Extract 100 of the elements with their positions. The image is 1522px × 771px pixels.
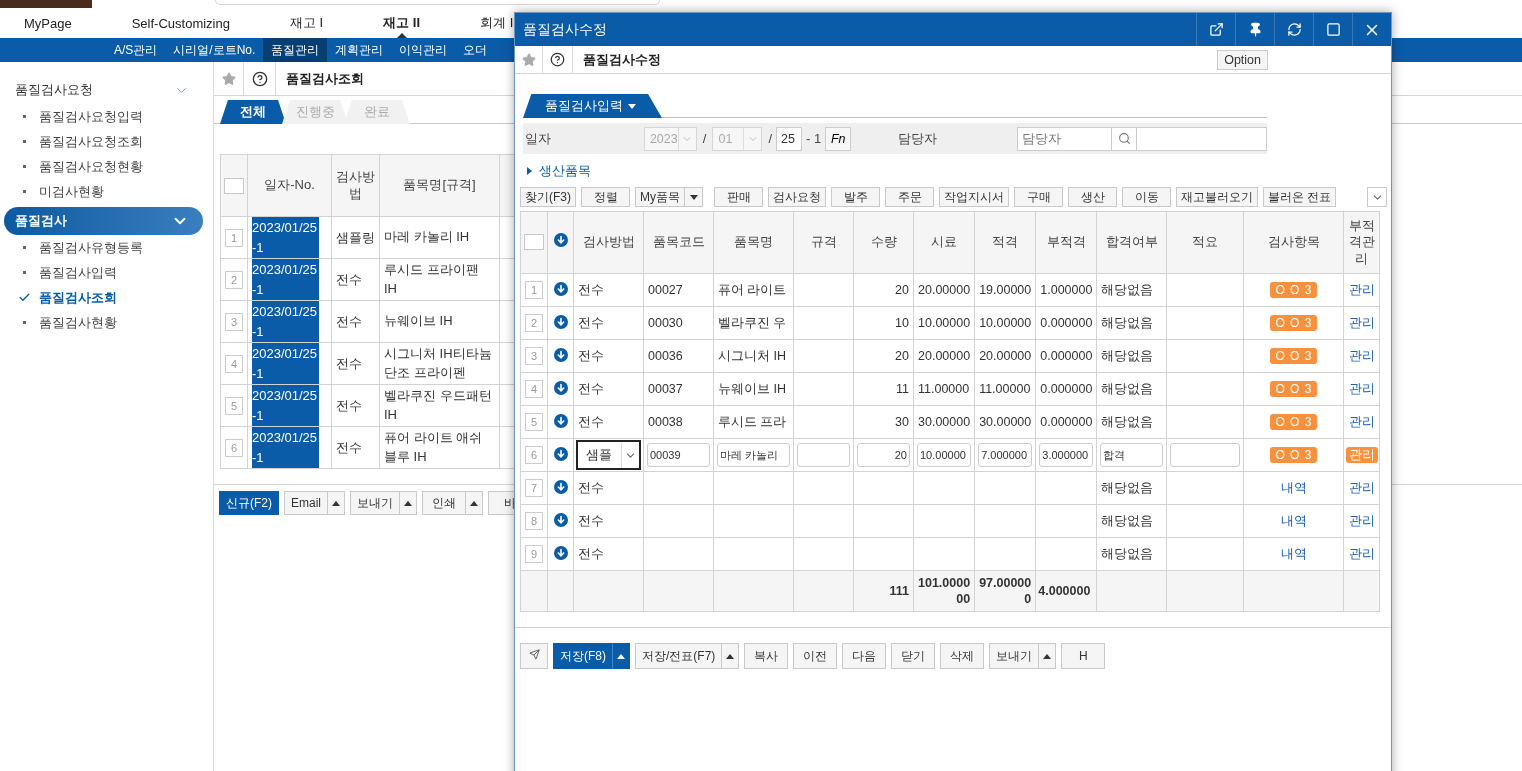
menu-tab[interactable]: 재고 I — [289, 14, 324, 32]
history-link[interactable]: 내역 — [1280, 545, 1307, 562]
sidebar-item[interactable]: 품질검사요청현황 — [39, 157, 143, 176]
expand-button[interactable] — [1367, 187, 1387, 207]
toolbar-button[interactable]: Email — [284, 491, 328, 515]
search-button[interactable] — [1112, 126, 1137, 151]
toolbar-button[interactable]: 검사요청 — [768, 187, 826, 207]
field-label: 일자 — [525, 129, 552, 148]
cell-input[interactable]: 3.000000 — [1039, 443, 1094, 467]
arrow-down-circle-icon[interactable] — [553, 413, 568, 428]
primary-button[interactable]: 신규(F2) — [219, 491, 279, 515]
arrow-down-circle-icon[interactable] — [553, 347, 568, 362]
arrow-down-circle-icon[interactable] — [553, 446, 568, 461]
history-link[interactable]: 내역 — [1280, 512, 1307, 529]
toolbar-button[interactable]: 이동 — [1122, 187, 1171, 207]
toolbar-button[interactable]: 구매 — [1014, 187, 1063, 207]
toolbar-button[interactable]: 정렬 — [581, 187, 630, 207]
table-cell: 30.00000 — [913, 405, 975, 439]
toolbar-button[interactable]: 저장/전표(F7) — [635, 643, 723, 669]
row-number: 9 — [525, 545, 543, 563]
cell-input[interactable]: 합격 — [1100, 443, 1164, 467]
menu-tab[interactable]: 재고 II — [383, 14, 421, 32]
table-cell: 전수 — [573, 372, 644, 406]
sub-menu-item[interactable]: A/S관리 — [106, 38, 166, 62]
cell-input[interactable] — [1170, 443, 1241, 467]
date-number-text: 2023/01/25-1 — [252, 259, 319, 300]
cell-input[interactable]: 10.00000 — [917, 443, 972, 467]
toolbar-button[interactable]: 닫기 — [891, 643, 936, 669]
form-tab[interactable]: 품질검사입력 — [523, 94, 662, 118]
primary-button[interactable]: 저장(F8) — [553, 643, 613, 669]
arrow-down-circle-icon[interactable] — [553, 232, 568, 247]
select-all-checkbox[interactable] — [224, 177, 244, 194]
tab[interactable]: 전체 — [220, 100, 286, 124]
sub-menu-item[interactable]: 오더 — [455, 38, 496, 62]
manager-name-input[interactable] — [1137, 126, 1267, 151]
cell-input[interactable]: 20 — [857, 443, 910, 467]
sub-menu-item[interactable]: 이익관리 — [391, 38, 456, 62]
toolbar-button[interactable]: 이전 — [793, 643, 838, 669]
toolbar-button[interactable]: H — [1061, 643, 1106, 669]
sidebar-group[interactable]: 품질검사 — [4, 207, 203, 235]
history-link[interactable]: 내역 — [1280, 479, 1307, 496]
sub-menu-item[interactable]: 계획관리 — [327, 38, 392, 62]
day-input[interactable]: 25 — [776, 126, 803, 151]
arrow-down-circle-icon[interactable] — [553, 281, 568, 296]
toolbar-button[interactable]: 찾기(F3) — [520, 187, 576, 207]
toolbar-button[interactable]: 인쇄 — [422, 491, 466, 515]
table-cell: 20 — [853, 273, 914, 307]
toolbar-button[interactable]: 보내기 — [989, 643, 1040, 669]
sidebar-item[interactable]: 품질검사요청조회 — [39, 132, 143, 151]
toolbar-button[interactable]: 복사 — [744, 643, 789, 669]
toolbar-button[interactable]: 작업지시서 — [939, 187, 1009, 207]
toolbar-button[interactable]: 발주 — [831, 187, 880, 207]
cell-input[interactable]: 마레 카놀리 — [717, 443, 790, 467]
menu-tab[interactable]: MyPage — [24, 15, 72, 31]
cell-input[interactable]: 00039 — [647, 443, 710, 467]
toolbar-button[interactable]: 보내기 — [350, 491, 400, 515]
cell-input[interactable]: 7.000000 — [978, 443, 1033, 467]
sub-menu-item[interactable]: 품질관리 — [263, 38, 328, 62]
toolbar-button[interactable]: 판매 — [714, 187, 763, 207]
select-all-checkbox[interactable] — [524, 234, 544, 251]
arrow-down-circle-icon[interactable] — [553, 380, 568, 395]
sidebar-item[interactable]: 품질검사유형등록 — [39, 238, 143, 257]
sidebar-item[interactable]: 미검사현황 — [39, 182, 104, 201]
sidebar-item[interactable]: 품질검사현황 — [39, 313, 117, 332]
manager-input[interactable]: 담당자 — [1017, 126, 1113, 151]
column-header: 수량 — [853, 211, 914, 274]
bullet-icon — [23, 115, 26, 118]
toolbar-button[interactable]: 불러온 전표 — [1263, 187, 1337, 207]
sidebar-item[interactable]: 품질검사조회 — [39, 288, 117, 307]
arrow-down-circle-icon[interactable] — [553, 479, 568, 494]
toolbar-button[interactable]: My품목 — [635, 187, 685, 207]
arrow-down-circle-icon[interactable] — [553, 512, 568, 527]
fn-button[interactable]: Fn — [825, 126, 852, 151]
method-select[interactable]: 샘플 — [576, 440, 641, 470]
page-title: 품질검사수정 — [582, 50, 661, 69]
menu-tab[interactable]: Self-Customizing — [131, 15, 230, 31]
cell-input[interactable] — [797, 443, 850, 467]
toolbar-button[interactable]: 삭제 — [940, 643, 985, 669]
toolbar-button[interactable]: 재고불러오기 — [1176, 187, 1258, 207]
table-cell: 0.000000 — [1035, 306, 1097, 340]
arrow-down-circle-icon[interactable] — [553, 314, 568, 329]
total-cell: 4.000000 — [1035, 570, 1097, 612]
sub-menu-item[interactable]: 시리얼/로트No. — [165, 38, 264, 62]
column-header: 적격 — [974, 211, 1036, 274]
caret-icon — [617, 652, 625, 660]
toolbar-button[interactable]: 다음 — [842, 643, 887, 669]
row-number: 3 — [525, 347, 543, 365]
toolbar-button[interactable]: 생산 — [1068, 187, 1117, 207]
sidebar-item[interactable]: 품질검사입력 — [39, 263, 117, 282]
sidebar-group[interactable]: 품질검사요청 — [4, 76, 203, 104]
section-toggle[interactable]: 생산품목 — [525, 163, 591, 179]
menu-tab[interactable]: 회계 I — [480, 14, 514, 32]
sidebar-item[interactable]: 품질검사요청입력 — [39, 107, 143, 126]
arrow-down-circle-icon[interactable] — [553, 545, 568, 560]
toolbar-button[interactable]: 주문 — [885, 187, 934, 207]
table-cell: 00037 — [643, 372, 714, 406]
send-button[interactable] — [520, 643, 548, 669]
caret-button[interactable] — [612, 643, 630, 669]
table-cell: 전수 — [573, 306, 644, 340]
option-button[interactable]: Option — [1217, 49, 1268, 70]
